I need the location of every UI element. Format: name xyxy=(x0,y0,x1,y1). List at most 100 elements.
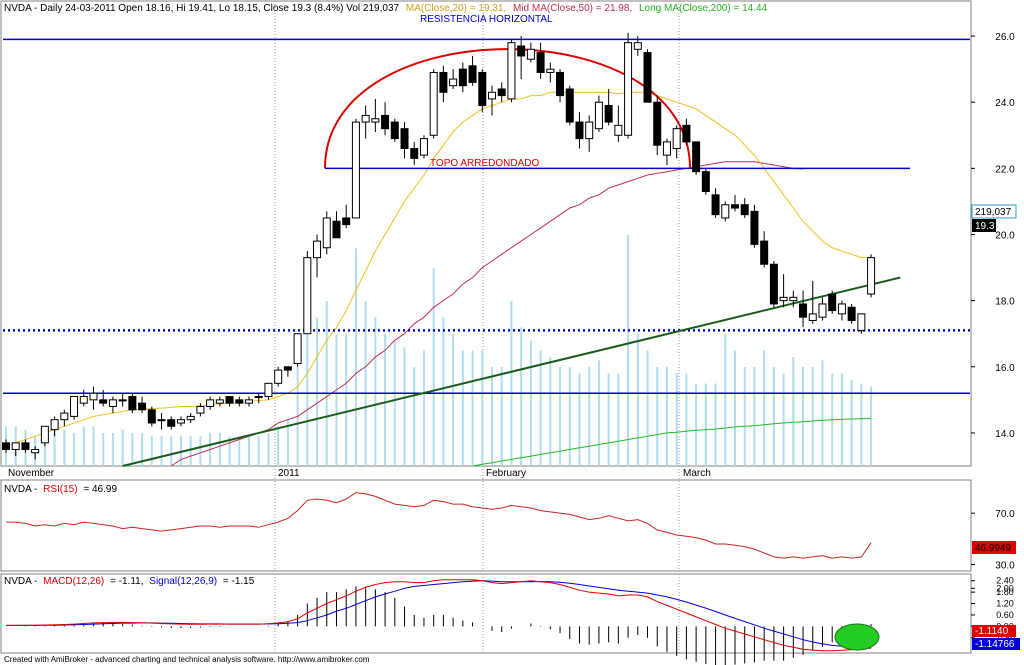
volume-bar xyxy=(189,436,192,466)
volume-bar xyxy=(597,360,600,466)
volume-bar xyxy=(316,317,319,466)
candle-body xyxy=(585,121,594,140)
candle-body xyxy=(361,114,370,123)
candle-body xyxy=(468,65,477,83)
candle-body xyxy=(556,71,565,97)
volume-bar xyxy=(384,334,387,466)
candle-body xyxy=(497,88,506,97)
volume-bar xyxy=(63,429,66,466)
volume-bar xyxy=(821,360,824,466)
volume-bar xyxy=(685,373,688,466)
macd-value: = -1.11, xyxy=(110,576,143,587)
volume-bar xyxy=(422,350,425,466)
candle-body xyxy=(157,419,166,422)
volume-bar xyxy=(374,317,377,466)
volume-bar xyxy=(860,383,863,466)
volume-bar xyxy=(102,433,105,466)
close-tag: 19.3 xyxy=(975,221,995,232)
volume-bar xyxy=(491,367,493,466)
price-tick-label: 20.0 xyxy=(995,231,1015,242)
macd-name: MACD(12,26) xyxy=(43,576,104,587)
macd-title-prefix: NVDA - xyxy=(4,576,37,587)
candle-body xyxy=(799,303,808,318)
volume-bar xyxy=(753,367,756,466)
rsi-title: NVDA - RSI(15) = 46.99 xyxy=(4,484,117,495)
volume-bar xyxy=(150,436,153,466)
rounded-top-annotation: TOPO ARREDONDADO xyxy=(430,158,539,169)
candle-body xyxy=(351,121,360,219)
volume-bar xyxy=(792,357,795,466)
candle-body xyxy=(138,402,147,411)
volume-bar xyxy=(354,248,357,466)
volume-bar xyxy=(335,334,338,466)
volume-bar xyxy=(568,367,571,466)
candle-body xyxy=(478,71,487,107)
volume-bar xyxy=(636,334,639,466)
volume-bar xyxy=(111,433,114,466)
volume-bar xyxy=(325,301,328,466)
candle-body xyxy=(458,68,467,87)
candle-body xyxy=(89,392,98,401)
candle-body xyxy=(857,313,866,331)
rsi-tick-label: 70.0 xyxy=(995,509,1015,520)
volume-bar xyxy=(92,426,95,466)
candle-body xyxy=(624,42,633,136)
candle-body xyxy=(371,118,380,123)
volume-bar xyxy=(218,433,221,466)
macd-tick-label: 0.60 xyxy=(996,610,1014,620)
candle-body xyxy=(672,128,681,150)
candle-body xyxy=(789,296,798,302)
volume-bar xyxy=(870,386,873,466)
volume-bar xyxy=(257,436,260,466)
macd-highlight-ellipse xyxy=(834,623,880,651)
candle-body xyxy=(254,396,263,399)
price-title: NVDA - Daily 24-03-2011 Open 18.16, Hi 1… xyxy=(4,3,768,14)
volume-bar xyxy=(82,426,85,466)
signal-name: Signal(12,26,9) xyxy=(149,576,217,587)
candle-body xyxy=(828,293,837,312)
volume-bar xyxy=(413,367,416,466)
candle-body xyxy=(70,396,79,417)
volume-bar xyxy=(529,340,532,466)
footer-credit: Created with AmiBroker - advanced charti… xyxy=(4,655,370,664)
candle-body xyxy=(50,419,59,431)
candle-body xyxy=(196,405,205,414)
candle-body xyxy=(643,52,652,103)
volume-bar xyxy=(131,433,134,466)
candle-body xyxy=(449,78,458,87)
candle-body xyxy=(575,121,584,140)
volume-bar xyxy=(73,433,76,466)
volume-bar xyxy=(432,268,435,466)
candle-body xyxy=(235,399,244,404)
price-tick-label: 26.0 xyxy=(995,32,1015,43)
x-axis-label: March xyxy=(683,468,711,479)
candle-body xyxy=(245,399,253,404)
candle-body xyxy=(2,442,10,450)
candle-body xyxy=(293,333,302,364)
candle-body xyxy=(721,204,730,219)
price-tick-label: 22.0 xyxy=(995,164,1015,175)
volume-bar xyxy=(782,373,785,466)
volume-bar xyxy=(160,436,163,466)
candle-body xyxy=(808,313,817,321)
ma20-label: MA(Close,20) = 19.31, xyxy=(406,3,506,14)
candle-body xyxy=(867,257,876,295)
candle-body xyxy=(303,257,312,335)
volume-bar xyxy=(403,347,406,466)
price-panel-frame xyxy=(0,0,972,467)
volume-bar xyxy=(695,383,698,466)
candle-body xyxy=(594,101,603,130)
candle-body xyxy=(536,52,545,73)
macd-tag: -1.1140 xyxy=(975,626,1009,637)
volume-bar xyxy=(627,235,630,466)
x-axis: November 2011 February March xyxy=(8,468,711,479)
volume-bar xyxy=(772,367,775,466)
candle-body xyxy=(264,382,273,398)
volume-bar xyxy=(267,433,270,466)
candle-body xyxy=(11,442,20,450)
candle-body xyxy=(662,141,671,156)
volume-tag: 219,037 xyxy=(975,207,1012,218)
ma50-label: Mid MA(Close,50) = 21.98, xyxy=(513,3,632,14)
candle-body xyxy=(274,369,283,384)
candle-body xyxy=(332,220,341,239)
